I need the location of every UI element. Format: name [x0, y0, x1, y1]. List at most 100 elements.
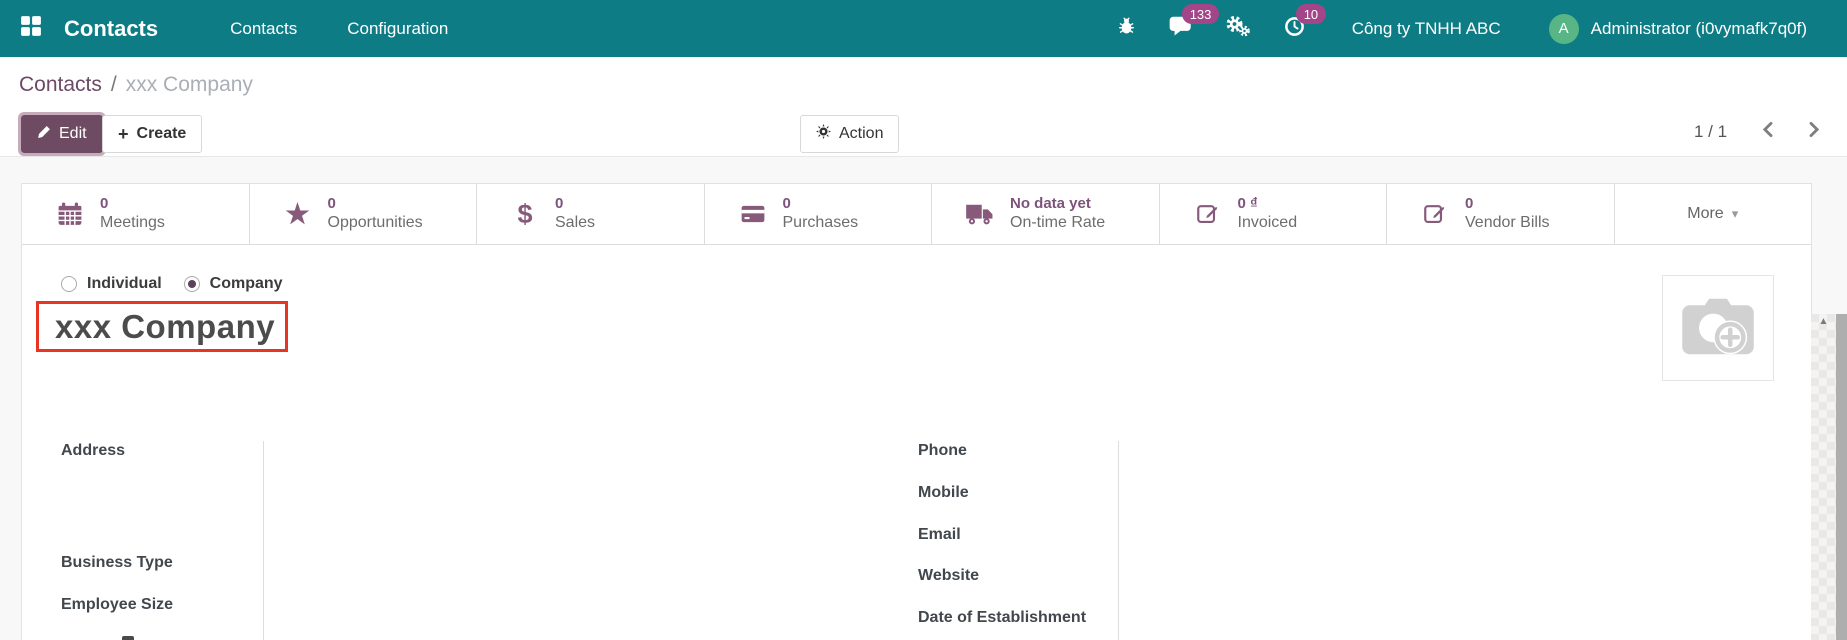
form-sheet: 0 Meetings ★ 0 Opportunities $ 0 Sales: [21, 183, 1812, 640]
calendar-icon: [52, 201, 88, 227]
apps-menu-button[interactable]: [20, 15, 42, 42]
radio-selected-dot: [188, 280, 196, 288]
plus-icon: +: [118, 124, 129, 145]
gears-icon: [1225, 14, 1251, 43]
camera-plus-icon: [1680, 294, 1756, 363]
top-navbar: Contacts Contacts Configuration 133 10 C…: [0, 0, 1847, 57]
stat-on-time-rate[interactable]: No data yet On-time Rate: [932, 184, 1160, 244]
stat-vendor-bills-value: 0: [1465, 194, 1550, 214]
scrollbar-up-arrow-icon[interactable]: ▲: [1811, 316, 1836, 327]
bug-icon: [1116, 15, 1137, 42]
menu-configuration[interactable]: Configuration: [347, 19, 448, 39]
messages-button[interactable]: 133: [1169, 15, 1193, 42]
chevron-left-icon: [1761, 121, 1774, 143]
dollar-icon: $: [507, 201, 543, 228]
stat-on-time-rate-value: No data yet: [1010, 194, 1105, 214]
company-switcher[interactable]: Công ty TNHH ABC: [1352, 19, 1501, 39]
vertical-scrollbar-track[interactable]: ▲: [1811, 314, 1836, 640]
chevron-right-icon: [1808, 121, 1821, 143]
company-type-radios: Individual Company: [61, 275, 283, 293]
breadcrumb: Contacts / xxx Company: [19, 73, 253, 97]
debug-bug-button[interactable]: [1116, 15, 1137, 42]
image-upload-placeholder[interactable]: [1662, 275, 1774, 381]
stat-on-time-rate-label: On-time Rate: [1010, 213, 1105, 234]
action-button[interactable]: Action: [800, 115, 899, 153]
field-label-email: Email: [918, 526, 961, 544]
red-highlight-box: xxx Company: [36, 301, 288, 352]
pager: 1 / 1: [1694, 121, 1821, 143]
right-column-separator: [1118, 441, 1119, 640]
left-column-separator: [263, 441, 264, 640]
create-button[interactable]: + Create: [102, 115, 202, 153]
stat-opportunities-value: 0: [328, 194, 423, 214]
stat-invoiced-label: Invoiced: [1238, 213, 1298, 234]
window-scrollbar-thumb[interactable]: [1836, 314, 1847, 640]
stat-opportunities-label: Opportunities: [328, 213, 423, 234]
activities-count-badge: 10: [1296, 4, 1326, 24]
stat-invoiced-value: 0 ₫: [1238, 194, 1298, 214]
edit-button-label: Edit: [59, 125, 87, 143]
stat-meetings-label: Meetings: [100, 213, 165, 234]
pager-next-button[interactable]: [1808, 121, 1821, 143]
stat-meetings[interactable]: 0 Meetings: [22, 184, 250, 244]
star-icon: ★: [280, 201, 316, 228]
settings-gears-button[interactable]: [1225, 14, 1251, 43]
radio-individual-label: Individual: [87, 275, 162, 293]
edit-button[interactable]: Edit: [21, 115, 103, 153]
breadcrumb-separator: /: [111, 73, 117, 96]
breadcrumb-contacts-link[interactable]: Contacts: [19, 73, 102, 96]
stat-sales-label: Sales: [555, 213, 595, 234]
messages-count-badge: 133: [1182, 4, 1220, 24]
radio-company-circle[interactable]: [184, 276, 200, 292]
app-menus: Contacts Configuration: [230, 19, 448, 39]
pencil-square-icon: [1190, 201, 1226, 227]
gear-icon: [816, 124, 831, 144]
stat-vendor-bills-label: Vendor Bills: [1465, 213, 1550, 234]
activities-button[interactable]: 10: [1283, 15, 1306, 43]
field-label-business-type: Business Type: [61, 554, 173, 572]
navbar-left: Contacts Contacts Configuration: [0, 15, 448, 42]
pencil-square-icon: [1417, 201, 1453, 227]
more-label: More: [1687, 205, 1723, 223]
user-avatar[interactable]: A: [1549, 14, 1579, 44]
pencil-icon: [37, 125, 51, 144]
stat-purchases[interactable]: 0 Purchases: [705, 184, 933, 244]
breadcrumb-current: xxx Company: [126, 73, 253, 96]
menu-contacts[interactable]: Contacts: [230, 19, 297, 39]
credit-card-icon: [735, 201, 771, 227]
caret-down-icon: ▾: [1732, 206, 1739, 222]
navbar-right: 133 10 Công ty TNHH ABC A Administrator …: [1084, 14, 1847, 44]
stat-meetings-value: 0: [100, 194, 165, 214]
stat-vendor-bills[interactable]: 0 Vendor Bills: [1387, 184, 1615, 244]
field-label-mobile: Mobile: [918, 484, 969, 502]
radio-company[interactable]: Company: [184, 275, 283, 293]
field-label-address: Address: [61, 442, 125, 460]
stat-sales-value: 0: [555, 194, 595, 214]
stat-purchases-label: Purchases: [783, 213, 859, 234]
cut-off-text-fragment: [122, 636, 134, 640]
radio-individual[interactable]: Individual: [61, 275, 162, 293]
field-label-employee-size: Employee Size: [61, 596, 173, 614]
user-menu[interactable]: Administrator (i0vymafk7q0f): [1591, 19, 1807, 39]
stat-opportunities[interactable]: ★ 0 Opportunities: [250, 184, 478, 244]
pager-previous-button[interactable]: [1761, 121, 1774, 143]
control-panel: Contacts / xxx Company Edit + Create Actio…: [0, 57, 1847, 157]
pager-value[interactable]: 1 / 1: [1694, 122, 1727, 142]
content-area: 0 Meetings ★ 0 Opportunities $ 0 Sales: [0, 157, 1847, 640]
stat-button-bar: 0 Meetings ★ 0 Opportunities $ 0 Sales: [22, 184, 1811, 245]
field-label-phone: Phone: [918, 442, 967, 460]
stat-purchases-value: 0: [783, 194, 859, 214]
action-button-label: Action: [839, 125, 883, 143]
company-name-title: xxx Company: [39, 308, 275, 346]
truck-icon: [962, 201, 998, 227]
stat-sales[interactable]: $ 0 Sales: [477, 184, 705, 244]
field-label-website: Website: [918, 567, 979, 585]
stat-invoiced[interactable]: 0 ₫ Invoiced: [1160, 184, 1388, 244]
field-label-date-of-establishment: Date of Establishment: [918, 609, 1086, 627]
stat-more-dropdown[interactable]: More ▾: [1615, 184, 1812, 244]
app-brand-title[interactable]: Contacts: [64, 16, 158, 42]
create-button-label: Create: [137, 125, 187, 143]
apps-grid-icon: [20, 15, 42, 42]
radio-individual-circle[interactable]: [61, 276, 77, 292]
radio-company-label: Company: [210, 275, 283, 293]
